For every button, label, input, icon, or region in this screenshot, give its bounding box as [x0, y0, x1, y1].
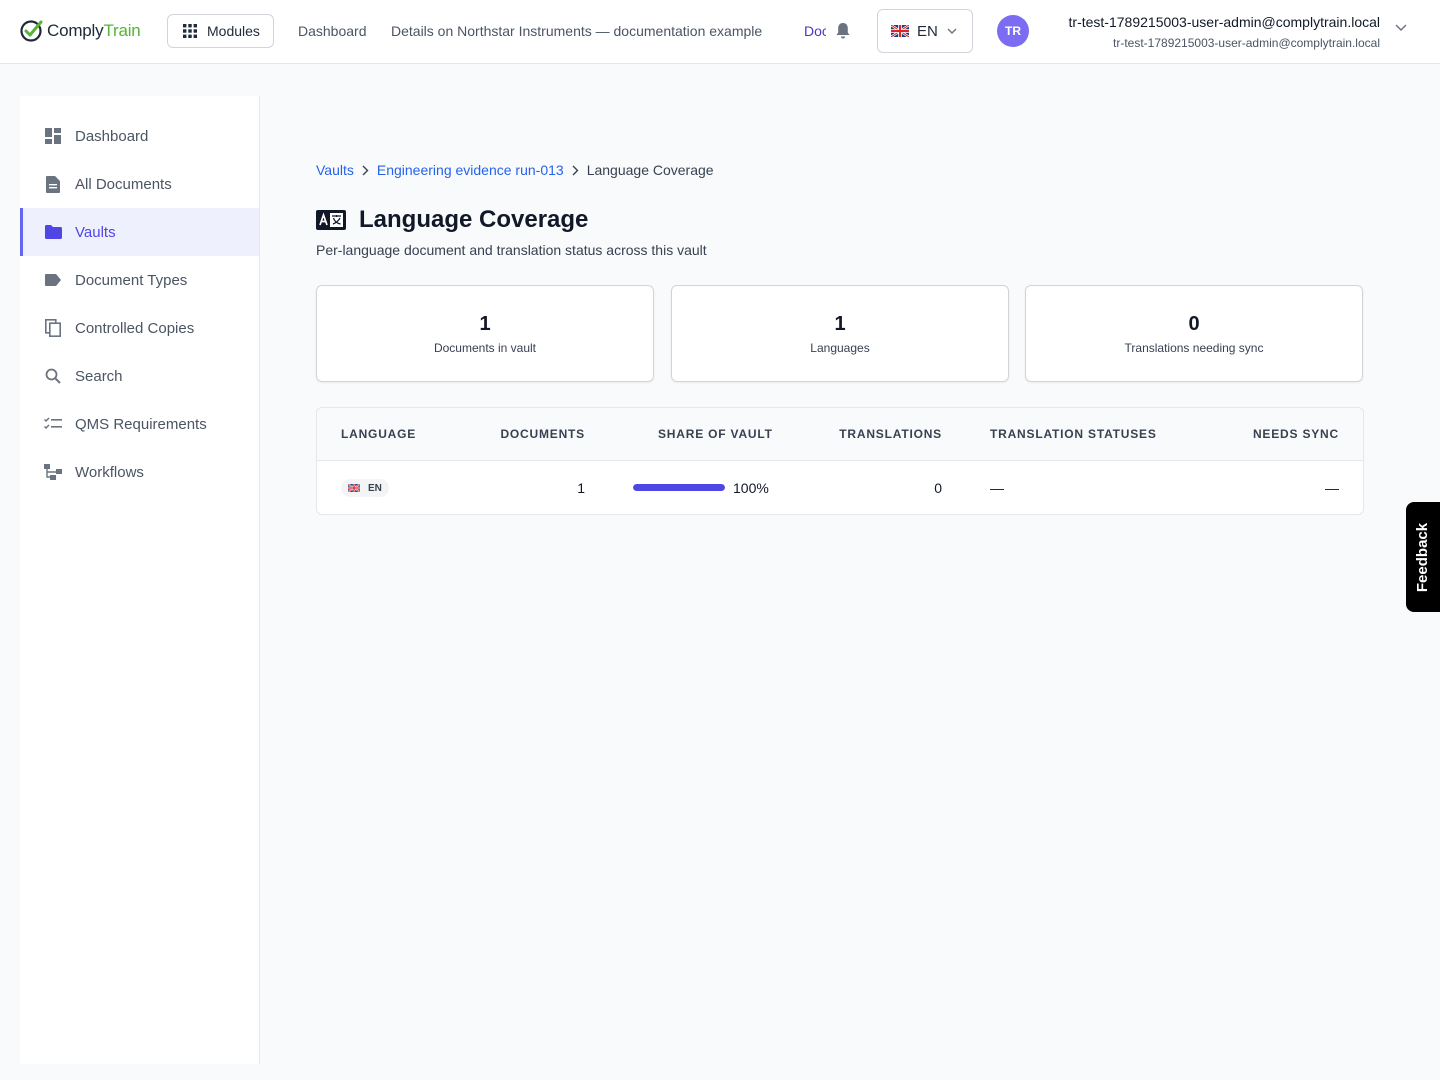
column-header-share[interactable]: SHARE OF VAULT: [658, 427, 773, 441]
sidebar-item-vaults[interactable]: Vaults: [20, 208, 259, 256]
chevron-down-icon: [947, 28, 957, 34]
breadcrumb-vaults[interactable]: Vaults: [316, 162, 354, 178]
stat-card-translations-sync: 0 Translations needing sync: [1025, 285, 1363, 382]
uk-flag-icon: [348, 484, 360, 492]
topnav-documents[interactable]: Documents: [804, 23, 826, 39]
language-label: EN: [917, 22, 938, 40]
share-progress-fill: [633, 484, 725, 491]
uk-flag-icon: [891, 25, 909, 37]
sidebar-item-all-documents[interactable]: All Documents: [20, 160, 259, 208]
logo[interactable]: ComplyTrain: [19, 18, 141, 44]
column-header-translation-statuses[interactable]: TRANSLATION STATUSES: [990, 427, 1157, 441]
sidebar-item-label: Controlled Copies: [75, 319, 195, 337]
translate-icon: [316, 210, 346, 230]
feedback-label: Feedback: [1414, 522, 1432, 592]
header-divider: [317, 460, 1363, 461]
stat-label: Translations needing sync: [1124, 341, 1264, 355]
top-bar: ComplyTrain Modules Dashboard Details on…: [0, 0, 1440, 64]
topnav-dashboard[interactable]: Dashboard: [298, 23, 367, 39]
page-header: Language Coverage: [316, 206, 588, 234]
search-icon: [44, 367, 62, 385]
cell-documents: 1: [577, 480, 585, 496]
feedback-button[interactable]: Feedback: [1406, 502, 1440, 612]
document-icon: [44, 175, 62, 193]
sidebar-item-label: Search: [75, 367, 123, 385]
page-subtitle: Per-language document and translation st…: [316, 242, 707, 258]
stat-value: 1: [479, 313, 491, 335]
cell-translation-statuses: —: [990, 480, 1004, 496]
stat-label: Documents in vault: [433, 341, 537, 355]
brand-name: ComplyTrain: [47, 21, 141, 40]
page-title: Language Coverage: [359, 206, 589, 233]
topnav-details[interactable]: Details on Northstar Instruments — docum…: [391, 23, 762, 39]
sidebar-item-label: Document Types: [75, 271, 188, 289]
language-code: EN: [368, 482, 382, 494]
column-header-translations[interactable]: TRANSLATIONS: [839, 427, 942, 441]
logo-check-icon: [20, 20, 43, 42]
column-header-language[interactable]: LANGUAGE: [341, 427, 416, 441]
cell-translations: 0: [934, 480, 942, 496]
avatar[interactable]: TR: [997, 15, 1029, 47]
breadcrumb: Vaults Engineering evidence run-013 Lang…: [316, 162, 714, 178]
stat-value: 0: [1188, 313, 1200, 335]
sidebar-item-dashboard[interactable]: Dashboard: [20, 112, 259, 160]
breadcrumb-current: Language Coverage: [586, 162, 714, 178]
share-progress-bar: [633, 484, 725, 491]
folder-icon: [44, 223, 62, 241]
sidebar-item-workflows[interactable]: Workflows: [20, 448, 259, 496]
copy-icon: [44, 319, 62, 337]
chevron-right-icon: [362, 165, 369, 176]
stat-label: Languages: [810, 341, 870, 355]
language-coverage-table: LANGUAGE DOCUMENTS SHARE OF VAULT TRANSL…: [316, 407, 1364, 515]
cell-share: 100%: [733, 480, 769, 496]
column-header-needs-sync[interactable]: NEEDS SYNC: [1253, 427, 1339, 441]
sidebar-item-label: Dashboard: [75, 127, 149, 145]
sidebar-item-qms-requirements[interactable]: QMS Requirements: [20, 400, 259, 448]
sidebar-item-label: All Documents: [75, 175, 172, 193]
tag-icon: [44, 271, 62, 289]
sidebar-item-label: QMS Requirements: [75, 415, 207, 433]
language-badge: EN: [341, 479, 389, 497]
cell-needs-sync: —: [1325, 480, 1339, 496]
bell-icon[interactable]: [835, 22, 851, 40]
grid-icon: [183, 24, 197, 38]
modules-label: Modules: [207, 23, 260, 39]
sidebar-item-label: Workflows: [75, 463, 144, 481]
column-header-documents[interactable]: DOCUMENTS: [500, 427, 585, 441]
sidebar-item-search[interactable]: Search: [20, 352, 259, 400]
sidebar: Dashboard All Documents Vaults Document …: [20, 96, 260, 1064]
stat-card-languages: 1 Languages: [671, 285, 1009, 382]
user-name[interactable]: tr-test-1789215003-user-admin@complytrai…: [1069, 14, 1380, 30]
stat-card-documents: 1 Documents in vault: [316, 285, 654, 382]
sidebar-item-label: Vaults: [75, 223, 116, 241]
workflow-icon: [44, 463, 62, 481]
user-email: tr-test-1789215003-user-admin@complytrai…: [1113, 36, 1380, 50]
modules-button[interactable]: Modules: [167, 14, 274, 48]
sidebar-item-controlled-copies[interactable]: Controlled Copies: [20, 304, 259, 352]
user-menu-chevron-icon[interactable]: [1395, 24, 1407, 32]
sidebar-item-document-types[interactable]: Document Types: [20, 256, 259, 304]
dashboard-icon: [44, 127, 62, 145]
breadcrumb-vault[interactable]: Engineering evidence run-013: [377, 162, 564, 178]
chevron-right-icon: [572, 165, 579, 176]
checklist-icon: [44, 415, 62, 433]
language-selector[interactable]: EN: [877, 9, 973, 53]
stat-value: 1: [834, 313, 846, 335]
